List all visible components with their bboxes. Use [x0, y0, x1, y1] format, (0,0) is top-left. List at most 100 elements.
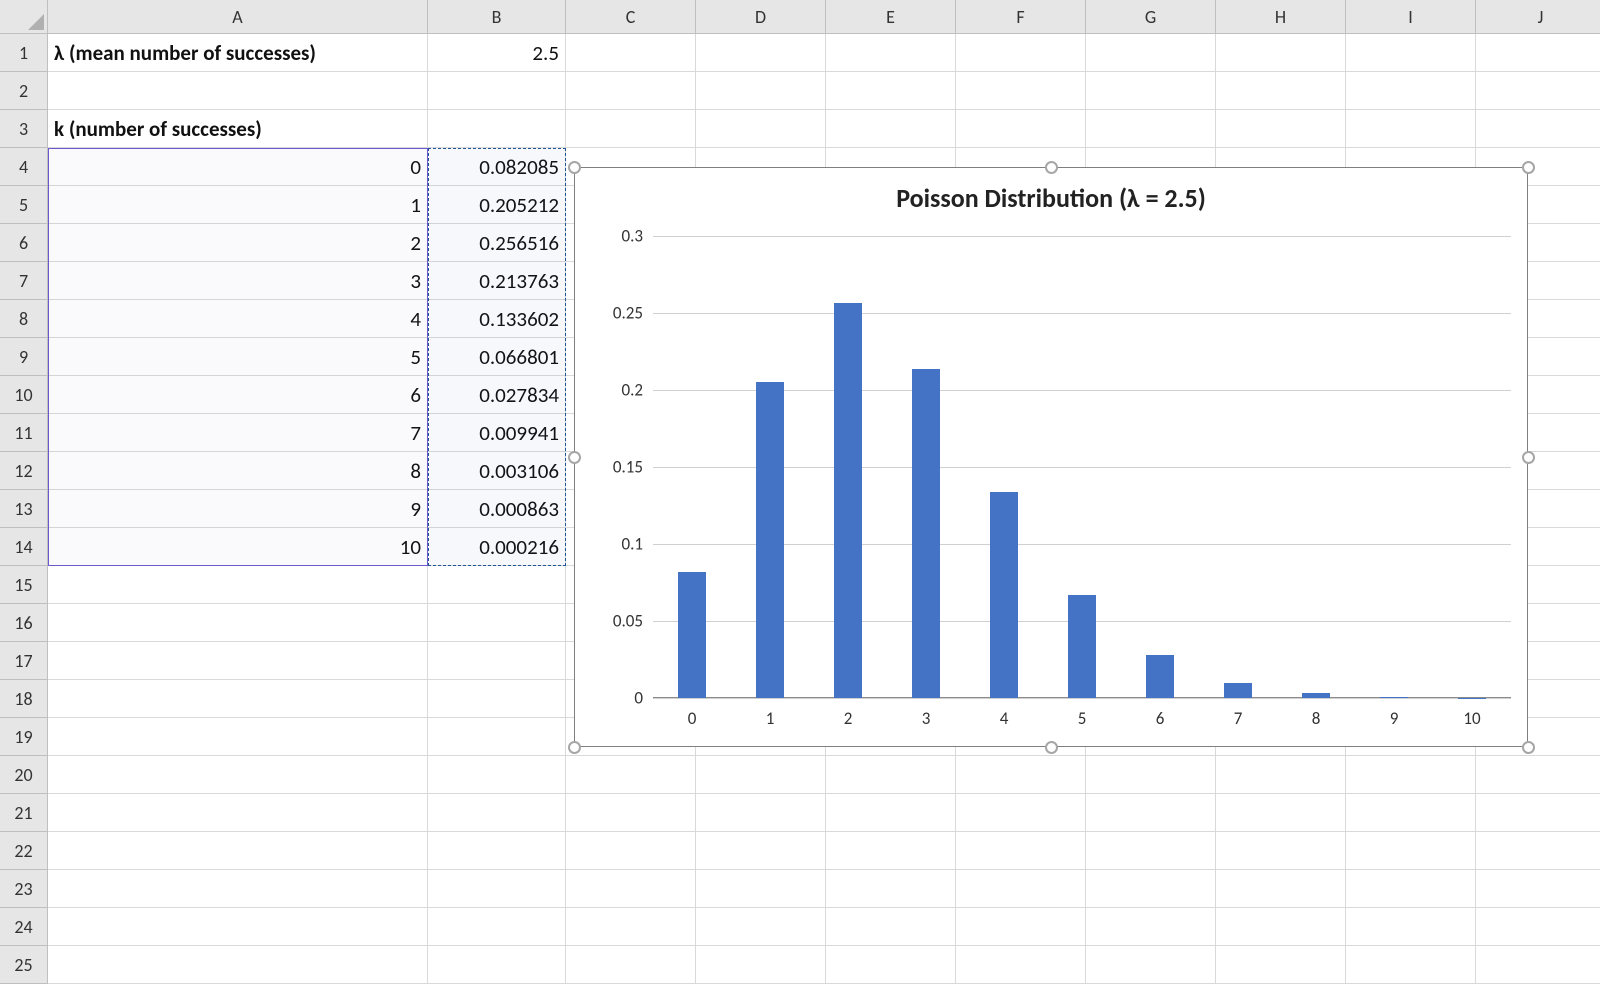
cell-C22[interactable]: [566, 832, 696, 870]
cell-C1[interactable]: [566, 34, 696, 72]
cell-D22[interactable]: [696, 832, 826, 870]
row-head-24[interactable]: 24: [0, 908, 48, 946]
col-head-A[interactable]: A: [48, 0, 428, 34]
cell-G21[interactable]: [1086, 794, 1216, 832]
cell-J24[interactable]: [1476, 908, 1600, 946]
cell-G22[interactable]: [1086, 832, 1216, 870]
cell-B7[interactable]: 0.213763: [428, 262, 566, 300]
cell-J23[interactable]: [1476, 870, 1600, 908]
col-head-I[interactable]: I: [1346, 0, 1476, 34]
cell-E21[interactable]: [826, 794, 956, 832]
cell-F20[interactable]: [956, 756, 1086, 794]
cell-E22[interactable]: [826, 832, 956, 870]
cell-A5[interactable]: 1: [48, 186, 428, 224]
cell-G20[interactable]: [1086, 756, 1216, 794]
row-head-7[interactable]: 7: [0, 262, 48, 300]
cell-A13[interactable]: 9: [48, 490, 428, 528]
cell-B17[interactable]: [428, 642, 566, 680]
cell-A23[interactable]: [48, 870, 428, 908]
cell-B21[interactable]: [428, 794, 566, 832]
cell-J1[interactable]: [1476, 34, 1600, 72]
cell-A18[interactable]: [48, 680, 428, 718]
cell-D20[interactable]: [696, 756, 826, 794]
cell-B1[interactable]: 2.5: [428, 34, 566, 72]
cell-A1[interactable]: λ (mean number of successes): [48, 34, 428, 72]
cell-G25[interactable]: [1086, 946, 1216, 984]
cell-J3[interactable]: [1476, 110, 1600, 148]
row-head-17[interactable]: 17: [0, 642, 48, 680]
row-head-9[interactable]: 9: [0, 338, 48, 376]
cell-J21[interactable]: [1476, 794, 1600, 832]
row-head-4[interactable]: 4: [0, 148, 48, 186]
embedded-chart[interactable]: Poisson Distribution (λ = 2.5) 00.050.10…: [574, 167, 1528, 747]
select-all-corner[interactable]: [0, 0, 48, 34]
row-head-2[interactable]: 2: [0, 72, 48, 110]
cell-F22[interactable]: [956, 832, 1086, 870]
row-head-18[interactable]: 18: [0, 680, 48, 718]
cell-C20[interactable]: [566, 756, 696, 794]
cell-H25[interactable]: [1216, 946, 1346, 984]
col-head-D[interactable]: D: [696, 0, 826, 34]
row-head-15[interactable]: 15: [0, 566, 48, 604]
cell-E3[interactable]: [826, 110, 956, 148]
cell-A9[interactable]: 5: [48, 338, 428, 376]
cell-B14[interactable]: 0.000216: [428, 528, 566, 566]
row-head-19[interactable]: 19: [0, 718, 48, 756]
cell-A10[interactable]: 6: [48, 376, 428, 414]
cell-C21[interactable]: [566, 794, 696, 832]
cell-H1[interactable]: [1216, 34, 1346, 72]
cell-E25[interactable]: [826, 946, 956, 984]
cell-A20[interactable]: [48, 756, 428, 794]
cell-D25[interactable]: [696, 946, 826, 984]
row-head-8[interactable]: 8: [0, 300, 48, 338]
cell-B12[interactable]: 0.003106: [428, 452, 566, 490]
row-head-20[interactable]: 20: [0, 756, 48, 794]
cell-A17[interactable]: [48, 642, 428, 680]
row-head-14[interactable]: 14: [0, 528, 48, 566]
col-head-C[interactable]: C: [566, 0, 696, 34]
cell-B10[interactable]: 0.027834: [428, 376, 566, 414]
cell-H2[interactable]: [1216, 72, 1346, 110]
cell-A15[interactable]: [48, 566, 428, 604]
cell-D23[interactable]: [696, 870, 826, 908]
cell-A22[interactable]: [48, 832, 428, 870]
cell-A16[interactable]: [48, 604, 428, 642]
cell-A4[interactable]: 0: [48, 148, 428, 186]
row-head-11[interactable]: 11: [0, 414, 48, 452]
cell-A12[interactable]: 8: [48, 452, 428, 490]
cell-B8[interactable]: 0.133602: [428, 300, 566, 338]
cell-H3[interactable]: [1216, 110, 1346, 148]
cell-I3[interactable]: [1346, 110, 1476, 148]
row-head-12[interactable]: 12: [0, 452, 48, 490]
cell-F3[interactable]: [956, 110, 1086, 148]
cell-B18[interactable]: [428, 680, 566, 718]
cell-E1[interactable]: [826, 34, 956, 72]
row-headers[interactable]: 1234567891011121314151617181920212223242…: [0, 34, 48, 984]
cell-C24[interactable]: [566, 908, 696, 946]
cell-D3[interactable]: [696, 110, 826, 148]
cell-A19[interactable]: [48, 718, 428, 756]
cell-E24[interactable]: [826, 908, 956, 946]
col-head-H[interactable]: H: [1216, 0, 1346, 34]
cell-B3[interactable]: [428, 110, 566, 148]
cell-B13[interactable]: 0.000863: [428, 490, 566, 528]
cell-H20[interactable]: [1216, 756, 1346, 794]
cell-B4[interactable]: 0.082085: [428, 148, 566, 186]
cell-B9[interactable]: 0.066801: [428, 338, 566, 376]
cell-J22[interactable]: [1476, 832, 1600, 870]
cell-B19[interactable]: [428, 718, 566, 756]
row-head-13[interactable]: 13: [0, 490, 48, 528]
row-head-21[interactable]: 21: [0, 794, 48, 832]
row-head-10[interactable]: 10: [0, 376, 48, 414]
row-head-25[interactable]: 25: [0, 946, 48, 984]
cell-C23[interactable]: [566, 870, 696, 908]
cell-I20[interactable]: [1346, 756, 1476, 794]
cell-I24[interactable]: [1346, 908, 1476, 946]
row-head-5[interactable]: 5: [0, 186, 48, 224]
cell-B6[interactable]: 0.256516: [428, 224, 566, 262]
cell-B25[interactable]: [428, 946, 566, 984]
cell-C3[interactable]: [566, 110, 696, 148]
cell-E2[interactable]: [826, 72, 956, 110]
cell-B24[interactable]: [428, 908, 566, 946]
cell-B15[interactable]: [428, 566, 566, 604]
